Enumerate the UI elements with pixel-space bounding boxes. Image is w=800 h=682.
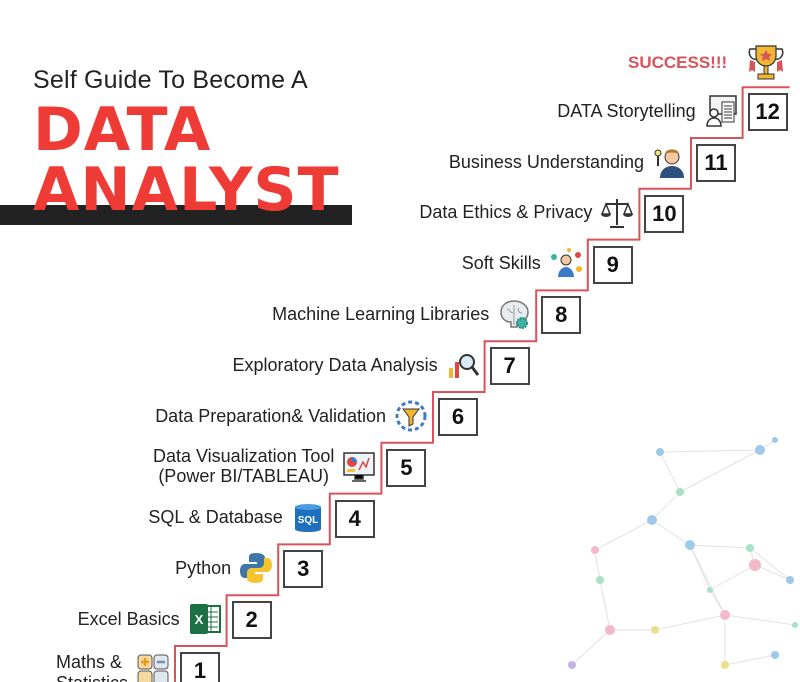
step-label: Data Preparation& Validation <box>155 405 386 426</box>
step-number-9: 9 <box>592 245 633 284</box>
excel-icon: X <box>189 604 221 635</box>
step-label: Machine Learning Libraries <box>272 303 490 324</box>
funnel-gear-icon <box>395 400 427 432</box>
python-icon <box>240 553 273 584</box>
step-number-7: 7 <box>489 347 530 386</box>
step-label: SQL & Database <box>148 507 283 528</box>
step-label: Exploratory Data Analysis <box>232 354 438 375</box>
math-operators-icon <box>137 654 169 682</box>
svg-text:SQL: SQL <box>298 515 319 526</box>
success-label: SUCCESS!!! <box>628 53 728 72</box>
step-number-3: 3 <box>283 550 324 589</box>
step-number-5: 5 <box>386 448 427 487</box>
svg-text:X: X <box>194 612 203 627</box>
infographic: Self Guide To Become A DATA ANALYST SUCC… <box>0 0 800 682</box>
step-number-4: 4 <box>334 499 375 538</box>
step-number-12: 12 <box>747 93 788 132</box>
presentation-board-icon <box>705 95 737 127</box>
step-label: DATA Storytelling <box>557 100 696 121</box>
trophy-icon <box>748 45 784 80</box>
dashboard-monitor-icon <box>343 452 376 482</box>
step-label: Data Visualization Tool (Power BI/TABLEA… <box>152 445 335 487</box>
chart-magnifier-icon <box>448 354 479 379</box>
step-label: Business Understanding <box>448 151 644 172</box>
step-label: Python <box>175 557 232 578</box>
step-number-8: 8 <box>541 296 582 335</box>
businessman-idea-icon <box>654 149 684 178</box>
step-number-1: 1 <box>180 652 220 682</box>
step-label: Excel Basics <box>77 608 180 629</box>
step-number-2: 2 <box>231 601 272 640</box>
step-label: Data Ethics & Privacy <box>419 202 593 223</box>
step-number-11: 11 <box>696 144 736 182</box>
step-label: Maths & Statistics <box>55 652 128 682</box>
step-label: Soft Skills <box>461 253 541 274</box>
step-number-6: 6 <box>438 398 478 436</box>
scales-icon <box>601 198 634 228</box>
brain-gear-icon <box>500 300 529 330</box>
people-network-icon <box>550 247 582 277</box>
step-number-10: 10 <box>644 194 685 233</box>
sql-database-icon: SQL <box>294 503 321 532</box>
title-line-2: ANALYST <box>33 155 340 225</box>
